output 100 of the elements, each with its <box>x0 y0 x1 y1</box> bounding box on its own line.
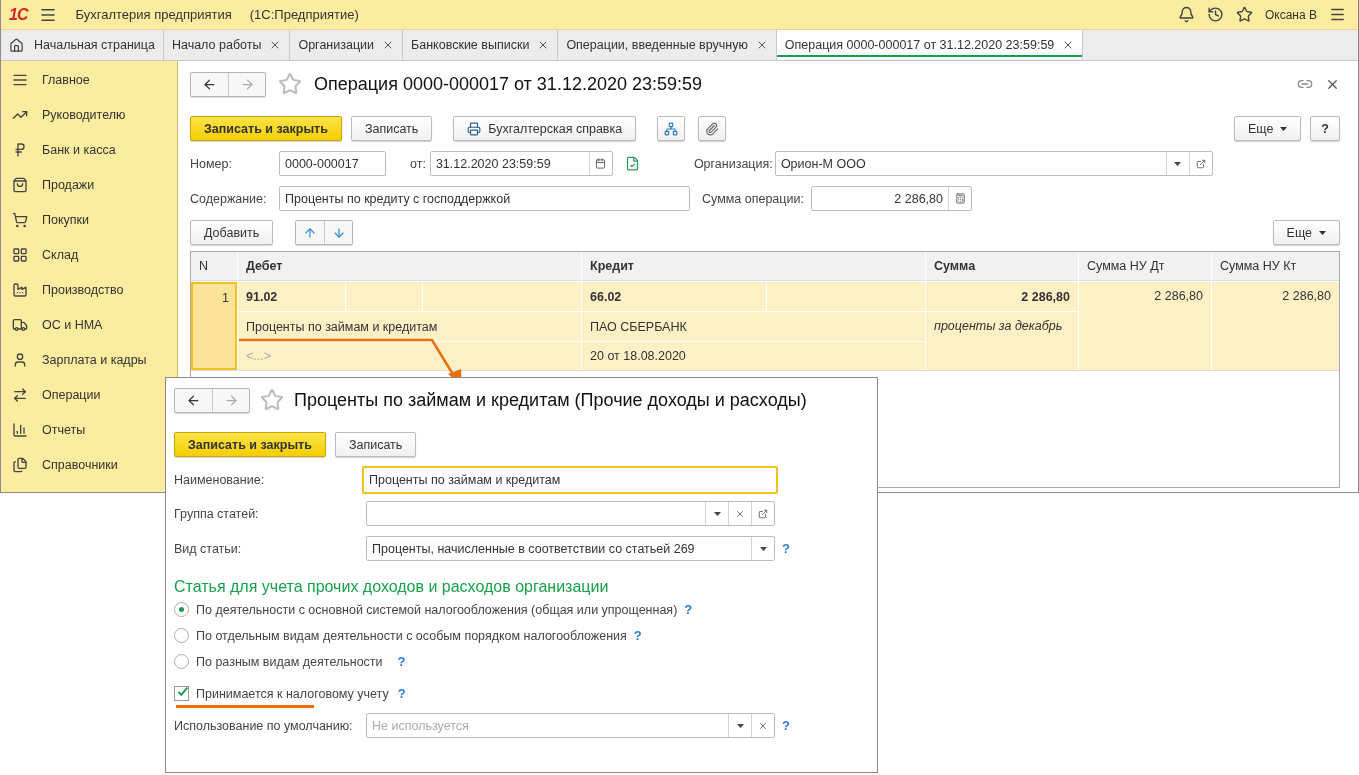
checkbox[interactable] <box>174 686 189 701</box>
field-label: Наименование: <box>174 473 266 487</box>
usage-select[interactable]: Не используется <box>366 713 775 738</box>
tab-label: Начало работы <box>171 38 262 52</box>
radio-button[interactable] <box>174 628 189 643</box>
content-field[interactable]: Проценты по кредиту с господдержкой <box>280 187 689 210</box>
column-header[interactable]: Сумма НУ Кт <box>1212 252 1339 281</box>
clear-icon <box>758 720 768 731</box>
radio-button[interactable] <box>174 602 189 617</box>
radio-label: По деятельности с основной системой налогообложения (общая или упрощенная) <box>196 602 678 617</box>
radio-label: По разным видам деятельности <box>196 654 383 669</box>
save-and-close-button[interactable]: Записать и закрыть <box>190 116 342 141</box>
organization-select[interactable]: Орион-М ООО <box>774 151 1213 176</box>
tab[interactable]: Операция 0000-000017 от 31.12.2020 23:59:59 <box>776 30 1084 60</box>
sidebar-item[interactable]: Главное <box>1 62 177 97</box>
sidebar-label: Покупки <box>42 212 89 227</box>
structure-icon <box>664 121 679 136</box>
sum-field[interactable]: 2 286,80 <box>812 187 948 210</box>
number-field[interactable]: 0000-000017 <box>280 152 385 175</box>
field-label: Использование по умолчанию: <box>174 718 354 733</box>
name-field[interactable]: Проценты по займам и кредитам <box>364 468 776 492</box>
sidebar-item[interactable]: Операции <box>1 377 177 412</box>
column-header[interactable]: Дебет <box>238 252 581 281</box>
app-logo: 1С <box>9 5 28 24</box>
favorite-star-icon[interactable] <box>278 72 302 96</box>
paperclip-icon <box>705 121 720 136</box>
usage-field[interactable]: Не используется <box>367 714 728 737</box>
sidebar-label: Банк и касса <box>42 142 116 157</box>
table-cell: 20 от 18.08.2020 <box>582 342 925 370</box>
sidebar-item[interactable]: Покупки <box>1 202 177 237</box>
sidebar-label: Главное <box>42 72 90 87</box>
column-header[interactable]: Кредит <box>582 252 925 281</box>
caret-icon <box>1280 126 1288 131</box>
sidebar-label: Склад <box>42 247 79 262</box>
field-label: от: <box>410 156 426 171</box>
attach-button[interactable] <box>698 116 727 141</box>
report-button[interactable]: Бухгалтерская справка <box>453 116 637 141</box>
cart-icon <box>12 211 28 228</box>
help-button[interactable]: ? <box>1310 116 1340 141</box>
help-link[interactable]: ? <box>633 628 642 643</box>
bell-icon[interactable] <box>1177 6 1195 23</box>
open-icon <box>758 508 768 519</box>
organization-field[interactable]: Орион-М ООО <box>775 152 1166 175</box>
column-header[interactable]: Сумма <box>926 252 1078 281</box>
sidebar-item[interactable]: Руководителю <box>1 97 177 132</box>
favorite-star-icon[interactable] <box>260 388 284 412</box>
section-heading: Статья для учета прочих доходов и расходов организации <box>174 578 610 596</box>
platform-name: (1С:Предприятие) <box>249 7 359 22</box>
structure-button[interactable] <box>657 116 686 141</box>
files-icon <box>12 456 28 473</box>
help-link[interactable]: ? <box>397 654 406 669</box>
save-button[interactable]: Записать <box>334 432 417 457</box>
grid-icon <box>12 246 28 263</box>
add-button[interactable]: Добавить <box>190 220 274 245</box>
settings-menu-icon[interactable] <box>1329 6 1346 23</box>
help-link[interactable]: ? <box>782 718 790 733</box>
sidebar-item[interactable]: ОС и НМА <box>1 307 177 342</box>
star-icon[interactable] <box>1235 6 1253 23</box>
bag-icon <box>12 176 28 193</box>
tab-label: Операция 0000-000017 от 31.12.2020 23:59:59 <box>784 38 1055 52</box>
table-cell: 2 286,80 <box>926 282 1078 311</box>
sidebar-item[interactable]: Склад <box>1 237 177 272</box>
sidebar-item[interactable]: Зарплата и кадры <box>1 342 177 377</box>
radio-button[interactable] <box>174 654 189 669</box>
more-button[interactable]: Еще <box>1272 220 1340 245</box>
caret-icon <box>759 546 767 551</box>
forward-arrow-icon <box>239 76 255 92</box>
column-header[interactable]: N <box>191 252 237 281</box>
sum-input-control[interactable]: 2 286,80 <box>811 186 972 211</box>
tab-label: Операции, введенные вручную <box>566 38 748 52</box>
sidebar-label: Производство <box>42 282 124 297</box>
sidebar-item[interactable]: Продажи <box>1 167 177 202</box>
table-cell: Проценты по займам и кредитам <box>238 312 581 341</box>
document-check-icon[interactable] <box>624 156 640 171</box>
save-button[interactable]: Записать <box>350 116 433 141</box>
history-icon[interactable] <box>1206 6 1224 23</box>
user-name[interactable]: Оксана В <box>1264 7 1317 22</box>
field-label: Организация: <box>693 156 774 171</box>
field-label: Вид статьи: <box>174 541 243 556</box>
date-field[interactable]: 31.12.2020 23:59:59 <box>430 152 589 175</box>
exchange-icon <box>12 386 28 403</box>
open-icon <box>1195 158 1206 169</box>
help-link[interactable]: ? <box>782 541 790 556</box>
save-and-close-button[interactable]: Записать и закрыть <box>174 432 326 457</box>
ruble-icon <box>12 141 28 158</box>
home-icon <box>9 37 24 53</box>
sidebar-item[interactable]: Отчеты <box>1 412 177 447</box>
table-cell: 91.02 <box>238 282 345 311</box>
checkbox-label: Принимается к налоговому учету <box>196 686 389 701</box>
help-link[interactable]: ? <box>684 602 693 617</box>
help-link[interactable]: ? <box>397 686 406 701</box>
date-picker[interactable]: 31.12.2020 23:59:59 <box>429 151 613 176</box>
field-label: Сумма операции: <box>702 191 805 206</box>
document-title: Операция 0000-000017 от 31.12.2020 23:59:59 <box>314 73 702 95</box>
sidebar-item[interactable]: Банк и касса <box>1 132 177 167</box>
table-cell: 2 286,80 <box>1212 282 1339 370</box>
sidebar-item[interactable]: Производство <box>1 272 177 307</box>
column-header[interactable]: Сумма НУ Дт <box>1079 252 1211 281</box>
more-button[interactable]: Еще <box>1233 116 1302 141</box>
row-number-cell[interactable]: 1 <box>191 282 237 370</box>
